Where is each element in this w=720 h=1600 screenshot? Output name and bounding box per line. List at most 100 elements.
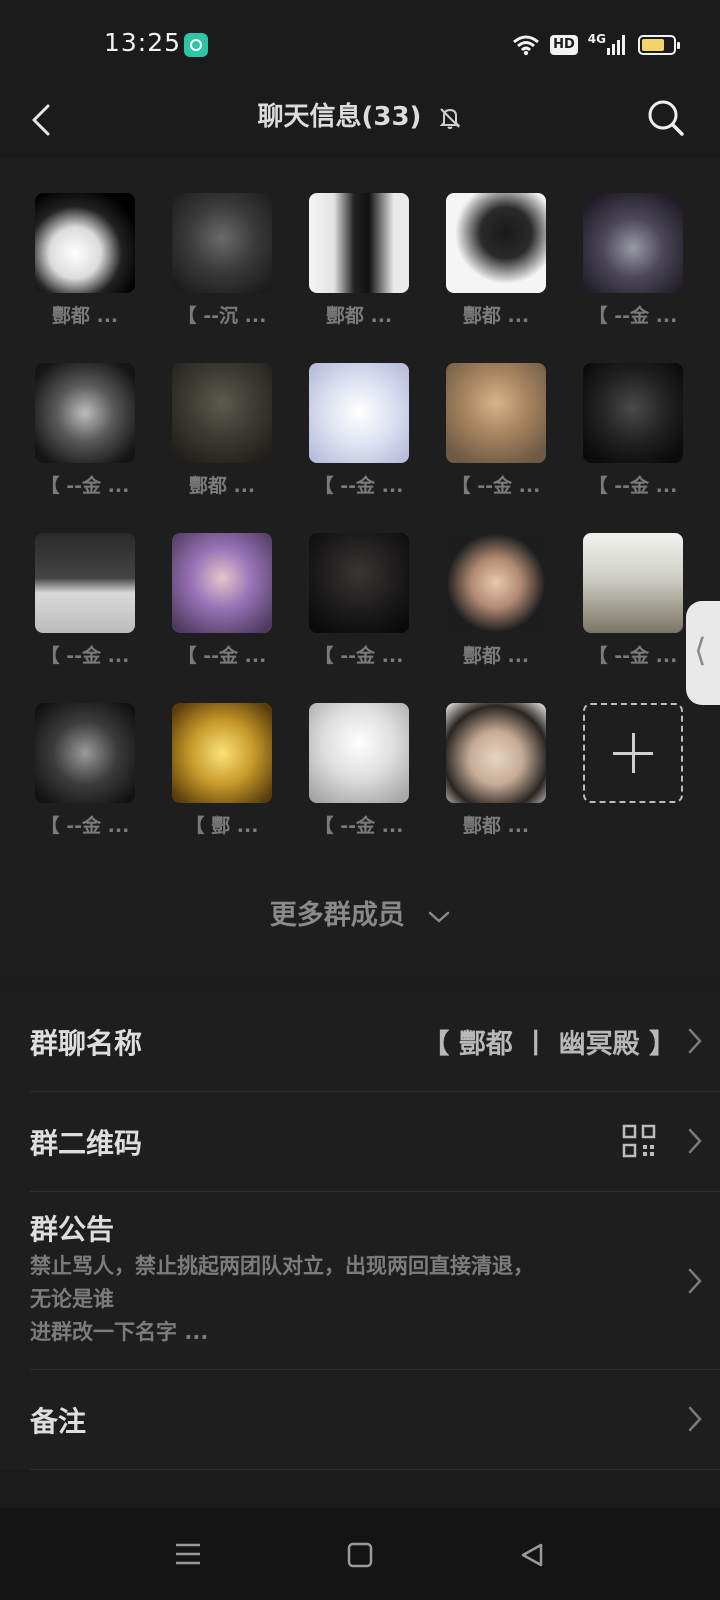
page-title: 聊天信息(33) <box>0 96 720 133</box>
avatar <box>172 363 272 463</box>
avatar <box>172 193 272 293</box>
status-icons: HD 4G <box>512 30 680 60</box>
avatar <box>446 193 546 293</box>
group-notice-content: 禁止骂人，禁止挑起两团队对立，出现两回直接清退， 无论是谁 进群改一下名字 ..… <box>30 1250 630 1349</box>
group-name-value: 【 酆都 丨 幽冥殿 】 <box>422 1029 676 1060</box>
settings-list: 群聊名称 【 酆都 丨 幽冥殿 】 群二维码 群公告 禁止骂人，禁止挑起两团队对… <box>0 992 720 1470</box>
battery-icon <box>638 35 680 55</box>
status-time: 13:25 <box>104 28 182 57</box>
qr-code-icon <box>622 1124 656 1158</box>
member-name: 【 --金 ... <box>588 305 678 327</box>
member-name: 【 --金 ... <box>314 645 404 667</box>
avatar <box>446 533 546 633</box>
header: 聊天信息(33) <box>0 86 720 156</box>
avatar <box>446 363 546 463</box>
back-nav-icon[interactable] <box>519 1542 545 1568</box>
notice-line: 进群改一下名字 ... <box>30 1320 209 1344</box>
notice-line: 禁止骂人，禁止挑起两团队对立，出现两回直接清退， <box>30 1254 534 1278</box>
member-item[interactable]: 【 --沉 ... <box>172 193 272 328</box>
member-name: 【 --金 ... <box>40 645 130 667</box>
remark-label: 备注 <box>30 1405 87 1438</box>
avatar <box>309 533 409 633</box>
chevron-right-icon <box>688 1406 702 1432</box>
side-drawer-handle[interactable]: ⟨ <box>686 601 720 705</box>
chevron-down-icon <box>428 911 450 923</box>
member-item[interactable]: 酆都 ... <box>309 193 409 328</box>
avatar <box>172 533 272 633</box>
member-item[interactable]: 【 --金 ... <box>35 533 135 668</box>
avatar <box>309 193 409 293</box>
member-name: 【 --金 ... <box>177 645 267 667</box>
member-item[interactable]: 【 --金 ... <box>583 533 683 668</box>
member-name: 酆都 ... <box>462 305 530 327</box>
member-item[interactable]: 【 --金 ... <box>309 533 409 668</box>
members-panel: 酆都 ... 【 --沉 ... 酆都 ... 酆都 ... 【 --金 ...… <box>0 158 720 976</box>
chevron-right-icon <box>688 1268 702 1294</box>
member-item[interactable]: 酆都 ... <box>446 703 546 838</box>
avatar <box>583 533 683 633</box>
group-notice-label: 群公告 <box>30 1213 115 1246</box>
member-item[interactable]: 【 --金 ... <box>35 703 135 838</box>
search-icon[interactable] <box>642 94 690 142</box>
avatar <box>35 363 135 463</box>
avatar <box>446 703 546 803</box>
remark-row[interactable]: 备注 <box>30 1370 720 1470</box>
avatar <box>309 703 409 803</box>
avatar <box>35 193 135 293</box>
member-item[interactable]: 酆都 ... <box>172 363 272 498</box>
member-name: 【 --金 ... <box>314 475 404 497</box>
group-notice-row[interactable]: 群公告 禁止骂人，禁止挑起两团队对立，出现两回直接清退， 无论是谁 进群改一下名… <box>30 1192 720 1370</box>
member-name: 【 --金 ... <box>40 475 130 497</box>
member-item[interactable]: 【 --金 ... <box>35 363 135 498</box>
member-item[interactable]: 【 --金 ... <box>446 363 546 498</box>
chevron-right-icon <box>688 1128 702 1154</box>
avatar <box>35 533 135 633</box>
home-icon[interactable] <box>347 1542 373 1568</box>
member-item[interactable]: 酆都 ... <box>446 193 546 328</box>
menu-icon[interactable] <box>175 1542 201 1566</box>
add-member-button[interactable] <box>583 703 683 803</box>
member-name: 【 --金 ... <box>314 815 404 837</box>
member-name: 【 --金 ... <box>588 645 678 667</box>
qr-code-label: 群二维码 <box>30 1127 143 1160</box>
chat-app-icon <box>184 33 208 57</box>
member-item[interactable]: 【 --金 ... <box>583 193 683 328</box>
member-name: 酆都 ... <box>325 305 393 327</box>
avatar <box>35 703 135 803</box>
wifi-icon <box>513 35 540 56</box>
member-name: 【 酆 ... <box>185 815 259 837</box>
member-item[interactable]: 酆都 ... <box>35 193 135 328</box>
more-members-button[interactable]: 更多群成员 <box>0 893 720 932</box>
network-type: 4G <box>587 32 606 46</box>
avatar <box>583 363 683 463</box>
avatar <box>583 193 683 293</box>
signal-icon <box>607 35 625 55</box>
member-name: 【 --沉 ... <box>177 305 267 327</box>
qr-code-row[interactable]: 群二维码 <box>30 1092 720 1192</box>
mute-bell-icon <box>439 107 460 129</box>
more-members-label: 更多群成员 <box>269 900 405 931</box>
member-item[interactable]: 【 --金 ... <box>583 363 683 498</box>
notice-line: 无论是谁 <box>30 1287 114 1311</box>
group-name-label: 群聊名称 <box>30 1027 143 1060</box>
chevron-right-icon <box>688 1028 702 1054</box>
member-item[interactable]: 【 --金 ... <box>309 703 409 838</box>
member-item[interactable]: 【 酆 ... <box>172 703 272 838</box>
drawer-chevron-icon: ⟨ <box>694 631 707 669</box>
avatar <box>172 703 272 803</box>
member-name: 酆都 ... <box>462 815 530 837</box>
member-name: 酆都 ... <box>462 645 530 667</box>
member-item[interactable]: 【 --金 ... <box>309 363 409 498</box>
system-nav-bar <box>0 1508 720 1600</box>
member-name: 【 --金 ... <box>451 475 541 497</box>
status-bar: 13:25 HD 4G <box>0 0 720 86</box>
page-title-text: 聊天信息(33) <box>257 102 422 132</box>
group-name-row[interactable]: 群聊名称 【 酆都 丨 幽冥殿 】 <box>30 992 720 1092</box>
member-name: 酆都 ... <box>188 475 256 497</box>
member-item[interactable]: 酆都 ... <box>446 533 546 668</box>
member-name: 酆都 ... <box>51 305 119 327</box>
member-item[interactable]: 【 --金 ... <box>172 533 272 668</box>
hd-badge: HD <box>550 35 578 55</box>
member-name: 【 --金 ... <box>588 475 678 497</box>
member-name: 【 --金 ... <box>40 815 130 837</box>
